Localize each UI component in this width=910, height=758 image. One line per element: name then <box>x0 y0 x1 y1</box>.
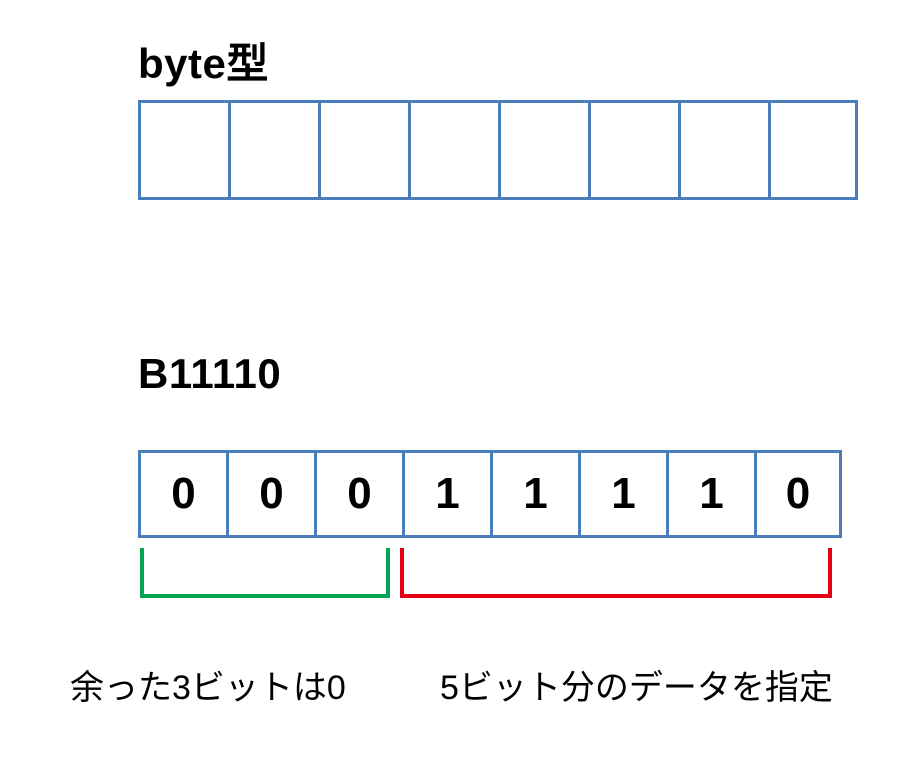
bit-cell: 0 <box>314 450 402 538</box>
bit-cell: 1 <box>578 450 666 538</box>
bit-cell <box>588 100 678 200</box>
bracket-right-group <box>400 548 832 598</box>
bit-cell: 0 <box>226 450 314 538</box>
diagram-canvas: byte型 B11110 0 0 0 1 1 1 1 0 余った3ビットは0 5… <box>0 0 910 758</box>
bracket-left-group <box>140 548 390 598</box>
caption-left-group: 余った3ビットは0 <box>70 660 346 709</box>
bit-cell: 1 <box>666 450 754 538</box>
bit-cell: 0 <box>754 450 842 538</box>
heading-binary-literal: B11110 <box>138 350 281 398</box>
bit-cell <box>408 100 498 200</box>
caption-right-group: 5ビット分のデータを指定 <box>440 660 833 709</box>
bit-cell <box>498 100 588 200</box>
bit-row-value: 0 0 0 1 1 1 1 0 <box>138 450 842 538</box>
bit-cell <box>318 100 408 200</box>
bit-cell <box>678 100 768 200</box>
bit-cell <box>228 100 318 200</box>
bit-row-empty <box>138 100 858 200</box>
bit-cell: 1 <box>402 450 490 538</box>
heading-byte-type: byte型 <box>138 30 269 91</box>
bit-cell <box>768 100 858 200</box>
bit-cell: 0 <box>138 450 226 538</box>
bit-cell <box>138 100 228 200</box>
bit-cell: 1 <box>490 450 578 538</box>
